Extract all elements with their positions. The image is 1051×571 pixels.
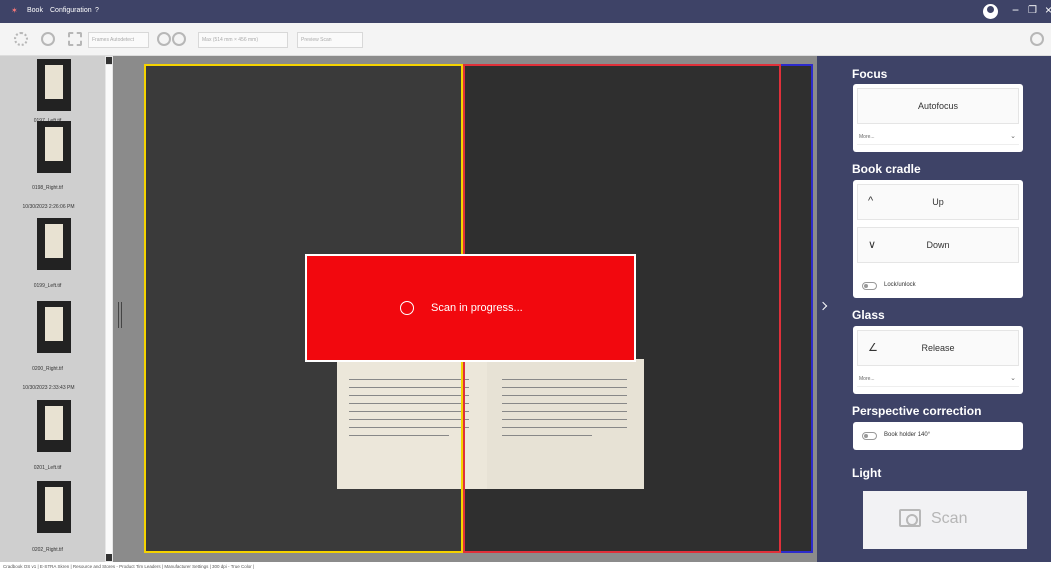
frame-mode-select[interactable]: Frames Autodetect xyxy=(88,32,149,48)
camera-icon xyxy=(899,509,921,527)
splitter-handle[interactable] xyxy=(118,302,122,328)
thumbnail-date: 10/30/2023 2:33:43 PM xyxy=(22,385,75,391)
chevron-right-icon xyxy=(818,301,828,311)
thumbnail-label: 0198_Right.tif xyxy=(32,185,63,191)
scan-button[interactable]: Scan xyxy=(863,491,1027,549)
scroll-thumb[interactable] xyxy=(106,65,112,555)
glass-release-button[interactable]: ∠ Release xyxy=(857,330,1019,366)
scroll-down-icon[interactable] xyxy=(106,554,112,561)
chevron-down-icon: ∨ xyxy=(868,239,877,251)
focus-title: Focus xyxy=(852,67,888,81)
glass-release-label: Release xyxy=(921,343,955,353)
glass-more-select[interactable]: More... ⌄ xyxy=(857,372,1019,387)
menu-configuration[interactable]: Configuration xyxy=(50,7,92,14)
close-button[interactable]: × xyxy=(1045,3,1051,17)
scan-size-select[interactable]: Max (514 mm × 456 mm) xyxy=(198,32,288,48)
thumbnail-list: 0197_Left.tif 0198_Right.tif 10/30/2023 … xyxy=(0,56,111,562)
spinner-icon xyxy=(400,301,414,315)
toolbar: Frames Autodetect Max (514 mm × 456 mm) … xyxy=(0,23,1051,56)
thumbnail-image[interactable] xyxy=(37,121,71,173)
scroll-up-icon[interactable] xyxy=(106,57,112,64)
panel-collapse-handle[interactable] xyxy=(817,56,829,562)
autofocus-button[interactable]: Autofocus xyxy=(857,88,1019,124)
frame-icon[interactable] xyxy=(68,32,82,46)
user-icon[interactable] xyxy=(983,4,998,19)
rotate-left-icon[interactable] xyxy=(157,32,171,46)
thumbnail-image[interactable] xyxy=(37,301,71,353)
toggle-switch[interactable] xyxy=(862,282,877,290)
status-bar: Cradbook OS v1 | E-STRA Skren | Resource… xyxy=(0,562,1051,571)
focus-card: Autofocus More... ⌄ xyxy=(853,84,1023,152)
chevron-up-icon: ^ xyxy=(868,195,874,207)
minimize-button[interactable]: − xyxy=(1012,3,1019,17)
cradle-up-button[interactable]: ^ Up xyxy=(857,184,1019,220)
toggle-switch[interactable] xyxy=(862,432,877,440)
thumbnail-image[interactable] xyxy=(37,59,71,111)
chevron-down-icon: ⌄ xyxy=(1010,133,1016,140)
title-bar: ✶ Book Configuration ? − ❐ × xyxy=(0,0,1051,23)
restore-button[interactable]: ❐ xyxy=(1028,5,1037,16)
menu-book[interactable]: Book xyxy=(27,7,43,14)
book-holder-label: Book holder 140° xyxy=(884,432,931,438)
book-holder-toggle[interactable]: Book holder 140° xyxy=(857,428,1019,443)
glass-more-label: More... xyxy=(859,376,875,382)
glass-title: Glass xyxy=(852,308,885,322)
glass-card: ∠ Release More... ⌄ xyxy=(853,326,1023,394)
thumbnail-scrollbar[interactable] xyxy=(105,56,113,562)
thumbnail-label: 0199_Left.tif xyxy=(33,283,62,289)
menu-help[interactable]: ? xyxy=(95,7,99,14)
book-cradle-title: Book cradle xyxy=(852,162,921,176)
light-title: Light xyxy=(852,466,882,480)
perspective-card: Book holder 140° xyxy=(853,422,1023,450)
rotate-icon[interactable] xyxy=(41,32,55,46)
app-logo-icon: ✶ xyxy=(11,6,18,15)
cradle-up-label: Up xyxy=(932,197,944,207)
control-panel: Focus Autofocus More... ⌄ Book cradle ^ Up… xyxy=(829,56,1051,562)
thumbnail-label: 0202_Right.tif xyxy=(32,547,63,553)
scan-progress-text: Scan in progress... xyxy=(431,302,523,314)
focus-more-select[interactable]: More... ⌄ xyxy=(857,130,1019,145)
angle-icon: ∠ xyxy=(868,342,878,354)
cradle-down-label: Down xyxy=(926,240,950,250)
thumbnail-image[interactable] xyxy=(37,218,71,270)
lock-unlock-toggle[interactable]: Lock/unlock xyxy=(857,278,1019,293)
perspective-title: Perspective correction xyxy=(852,404,982,418)
book-cradle-card: ^ Up ∨ Down Lock/unlock xyxy=(853,180,1023,298)
preview-scan-select[interactable]: Preview Scan xyxy=(297,32,363,48)
thumbnail-image[interactable] xyxy=(37,481,71,533)
thumbnail-image[interactable] xyxy=(37,400,71,452)
scan-viewer[interactable]: Scan in progress... xyxy=(113,56,817,562)
focus-more-label: More... xyxy=(859,134,875,140)
scan-button-label: Scan xyxy=(931,510,968,527)
cradle-down-button[interactable]: ∨ Down xyxy=(857,227,1019,263)
lock-unlock-label: Lock/unlock xyxy=(884,282,916,288)
thumbnail-label: 0200_Right.tif xyxy=(32,366,63,372)
thumbnail-label: 0201_Left.tif xyxy=(33,465,62,471)
rotate-right-icon[interactable] xyxy=(172,32,186,46)
thumbnail-date: 10/30/2023 2:26:06 PM xyxy=(22,204,75,210)
help-icon[interactable] xyxy=(1030,32,1044,46)
scan-progress-overlay: Scan in progress... xyxy=(305,254,636,362)
settings-icon[interactable] xyxy=(14,32,28,46)
chevron-down-icon: ⌄ xyxy=(1010,375,1016,382)
